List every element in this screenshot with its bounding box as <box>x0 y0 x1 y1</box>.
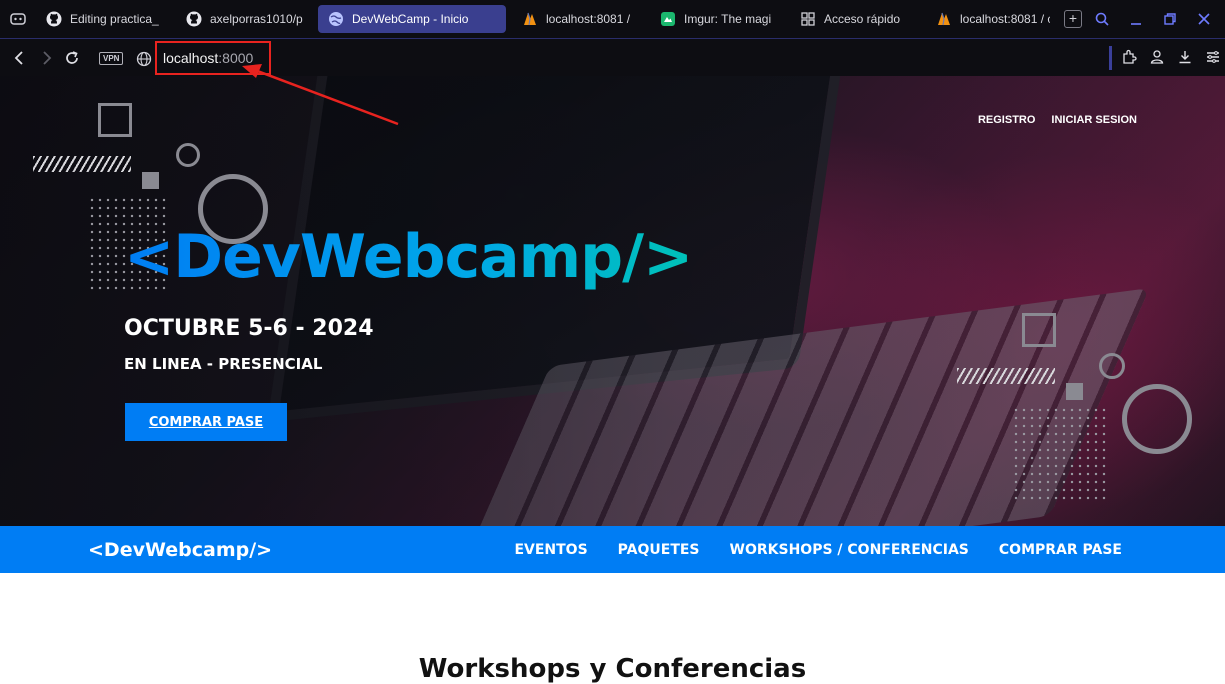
decor-stripes <box>33 156 131 172</box>
event-mode: EN LINEA - PRESENCIAL <box>124 355 323 373</box>
hero-section: REGISTRO INICIAR SESION <DevWebcamp/> OC… <box>0 76 1225 526</box>
profile-icon[interactable] <box>1149 49 1165 65</box>
download-icon[interactable] <box>1177 49 1193 65</box>
navbar-logo[interactable]: <DevWebcamp/> <box>88 539 272 561</box>
event-date: OCTUBRE 5-6 - 2024 <box>124 316 374 341</box>
decor-square-filled <box>142 172 159 189</box>
globe-icon <box>328 11 344 27</box>
nav-link-comprar-pase[interactable]: COMPRAR PASE <box>999 542 1122 558</box>
nav-link-workshops[interactable]: WORKSHOPS / CONFERENCIAS <box>730 542 969 558</box>
back-icon[interactable] <box>12 50 28 66</box>
reload-icon[interactable] <box>64 50 80 66</box>
github-icon <box>186 11 202 27</box>
phpmyadmin-icon <box>522 11 538 27</box>
tab-label: localhost:8081 / c <box>960 12 1050 26</box>
tab-label: Editing practica_ <box>70 12 159 26</box>
address-divider <box>1109 46 1112 70</box>
tab-devwebcamp[interactable]: DevWebCamp - Inicio <box>318 5 506 33</box>
workspaces-icon[interactable] <box>0 0 36 38</box>
new-tab-button[interactable]: + <box>1064 10 1082 28</box>
extensions-icon[interactable] <box>1121 49 1137 65</box>
decor-square-outline <box>1022 313 1056 347</box>
tab-acceso-rapido[interactable]: Acceso rápido <box>790 5 926 33</box>
hero-logo[interactable]: <DevWebcamp/> <box>124 222 693 292</box>
url-host: localhost <box>163 50 219 66</box>
navbar-links: EVENTOS PAQUETES WORKSHOPS / CONFERENCIA… <box>514 542 1122 558</box>
section-title: Workshops y Conferencias <box>418 654 807 684</box>
tab-editing-practica[interactable]: Editing practica_ <box>36 5 176 33</box>
search-icon[interactable] <box>1095 12 1109 26</box>
decor-dot-grid <box>1012 406 1108 502</box>
forward-icon[interactable] <box>38 50 54 66</box>
buy-pass-button[interactable]: COMPRAR PASE <box>125 403 287 441</box>
url-port: :8000 <box>218 50 254 66</box>
main-navbar: <DevWebcamp/> EVENTOS PAQUETES WORKSHOPS… <box>0 526 1225 573</box>
close-icon[interactable] <box>1197 12 1211 26</box>
register-link[interactable]: REGISTRO <box>978 114 1035 126</box>
decor-stripes <box>957 368 1055 384</box>
tab-label: axelporras1010/p <box>210 12 303 26</box>
toolbar-icons <box>1121 49 1221 65</box>
hero-auth-nav: REGISTRO INICIAR SESION <box>978 114 1137 126</box>
restore-icon[interactable] <box>1163 12 1177 26</box>
decor-square-outline <box>98 103 132 137</box>
browser-tab-bar: Editing practica_ axelporras1010/p DevWe… <box>0 0 1225 38</box>
tab-axelporras[interactable]: axelporras1010/p <box>176 5 314 33</box>
site-info-globe-icon[interactable] <box>136 51 152 67</box>
github-icon <box>46 11 62 27</box>
menu-icon[interactable] <box>1205 49 1221 65</box>
tab-label: localhost:8081 / <box>546 12 631 26</box>
nav-link-eventos[interactable]: EVENTOS <box>514 542 587 558</box>
window-controls <box>1095 0 1225 38</box>
nav-link-paquetes[interactable]: PAQUETES <box>618 542 700 558</box>
tab-localhost-8081-2[interactable]: localhost:8081 / c <box>926 5 1060 33</box>
tab-label: Acceso rápido <box>824 12 901 26</box>
address-bar: VPN localhost:8000 <box>0 38 1225 76</box>
decor-circle-small <box>176 143 200 167</box>
decor-circle-large <box>1122 384 1192 454</box>
imgur-icon <box>660 11 676 27</box>
vpn-badge[interactable]: VPN <box>99 52 124 65</box>
minimize-icon[interactable] <box>1129 12 1143 26</box>
url-field-highlight[interactable]: localhost:8000 <box>155 41 271 75</box>
decor-circle-small <box>1099 353 1125 379</box>
tab-imgur[interactable]: Imgur: The magi <box>650 5 790 33</box>
tab-localhost-8081[interactable]: localhost:8081 / <box>512 5 650 33</box>
grid-icon <box>800 11 816 27</box>
decor-square-filled <box>1066 383 1083 400</box>
tab-label: DevWebCamp - Inicio <box>352 12 469 26</box>
phpmyadmin-icon <box>936 11 952 27</box>
login-link[interactable]: INICIAR SESION <box>1051 114 1137 126</box>
tab-label: Imgur: The magi <box>684 12 772 26</box>
